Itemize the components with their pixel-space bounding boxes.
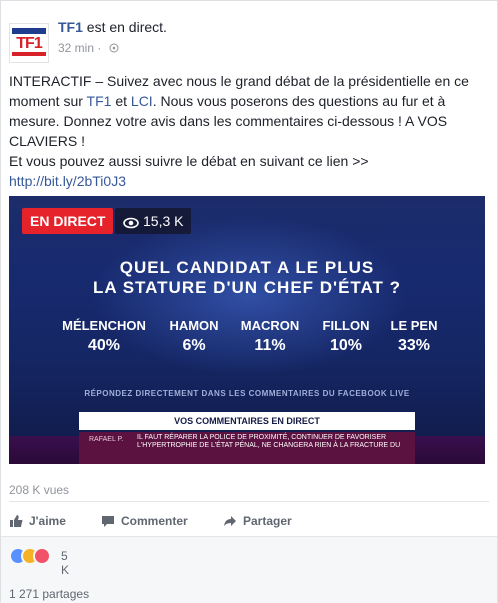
tf1-link[interactable]: TF1 (87, 93, 112, 109)
comment-button[interactable]: Commenter (101, 513, 188, 531)
question-line-1: QUEL CANDIDAT A LE PLUS (119, 258, 375, 277)
shares-count[interactable]: 1 271 partages (9, 587, 89, 601)
post-message: INTERACTIF – Suivez avec nous le grand d… (9, 71, 479, 191)
post-footer: 5 K 1 271 partages (1, 536, 497, 603)
live-video[interactable]: EN DIRECT 15,3 K QUEL CANDIDAT A LE PLUS… (9, 196, 485, 464)
candidate-name: MACRON (240, 318, 300, 333)
logo-blue-bar (12, 28, 46, 34)
privacy-globe-icon[interactable] (109, 43, 119, 53)
share-button[interactable]: Partager (223, 513, 292, 531)
ticker-text: IL FAUT RÉPARER LA POLICE DE PROXIMITÉ, … (137, 434, 401, 449)
candidate-le-pen: LE PEN 33% (383, 318, 445, 355)
live-badge: EN DIRECT (22, 208, 114, 234)
like-button[interactable]: J'aime (9, 513, 66, 531)
candidate-name: MÉLENCHON (62, 318, 146, 333)
action-bar: J'aime Commenter Partager (9, 509, 489, 533)
post-header: TF1 TF1 est en direct. 32 min · (9, 17, 489, 63)
view-count: 208 K vues (9, 483, 70, 497)
candidate-percent: 11% (254, 337, 286, 354)
post-card: TF1 TF1 est en direct. 32 min · INTERACT… (0, 0, 498, 603)
post-meta: 32 min · (58, 41, 119, 55)
lci-link[interactable]: LCI (131, 93, 153, 109)
share-arrow-icon (224, 516, 236, 526)
candidate-name: FILLON (322, 318, 370, 333)
comment-ticker: RAFAEL P. IL FAUT RÉPARER LA POLICE DE P… (79, 432, 415, 464)
page-name-link[interactable]: TF1 (58, 19, 83, 35)
question-line-2: LA STATURE D'UN CHEF D'ÉTAT ? (92, 278, 402, 297)
live-status-text: est en direct. (86, 19, 167, 35)
viewer-count: 15,3 K (115, 208, 192, 234)
divider (9, 501, 489, 502)
respond-instruction: RÉPONDEZ DIRECTEMENT DANS LES COMMENTAIR… (84, 389, 410, 398)
live-comments-header: VOS COMMENTAIRES EN DIRECT (79, 412, 415, 430)
candidate-percent: 40% (87, 337, 121, 354)
candidate-percent: 6% (182, 337, 206, 354)
candidate-macron: MACRON 11% (232, 318, 308, 355)
candidate-results: MÉLENCHON 40% HAMON 6% MACRON 11% FILLON… (49, 318, 445, 358)
candidate-percent: 33% (397, 337, 431, 354)
candidate-name: LE PEN (390, 318, 438, 333)
comment-label: Commenter (121, 514, 188, 528)
candidate-name: HAMON (169, 318, 219, 333)
candidate-fillon: FILLON 10% (315, 318, 377, 355)
eye-icon (123, 217, 139, 229)
reactions-count: 5 K (61, 549, 70, 577)
like-label: J'aime (29, 514, 66, 528)
logo-red-bar (12, 52, 46, 56)
tf1-logo[interactable]: TF1 (9, 23, 49, 63)
logo-text: TF1 (16, 35, 42, 52)
candidate-hamon: HAMON 6% (164, 318, 224, 355)
post-author: TF1 est en direct. (58, 19, 167, 35)
comment-bubble-icon (102, 516, 114, 527)
viewer-count-value: 15,3 K (143, 213, 184, 229)
bitly-link[interactable]: http://bit.ly/2bTi0J3 (9, 173, 126, 189)
thumbs-up-icon (10, 515, 23, 527)
candidate-percent: 10% (329, 337, 363, 354)
post-text-et: et (111, 93, 131, 109)
candidate-melenchon: MÉLENCHON 40% (49, 318, 159, 355)
love-reaction-icon (33, 547, 51, 565)
share-label: Partager (243, 514, 292, 528)
post-timestamp[interactable]: 32 min (58, 41, 94, 55)
post-text-line2: Et vous pouvez aussi suivre le débat en … (9, 153, 369, 169)
ticker-author: RAFAEL P. (89, 436, 124, 443)
